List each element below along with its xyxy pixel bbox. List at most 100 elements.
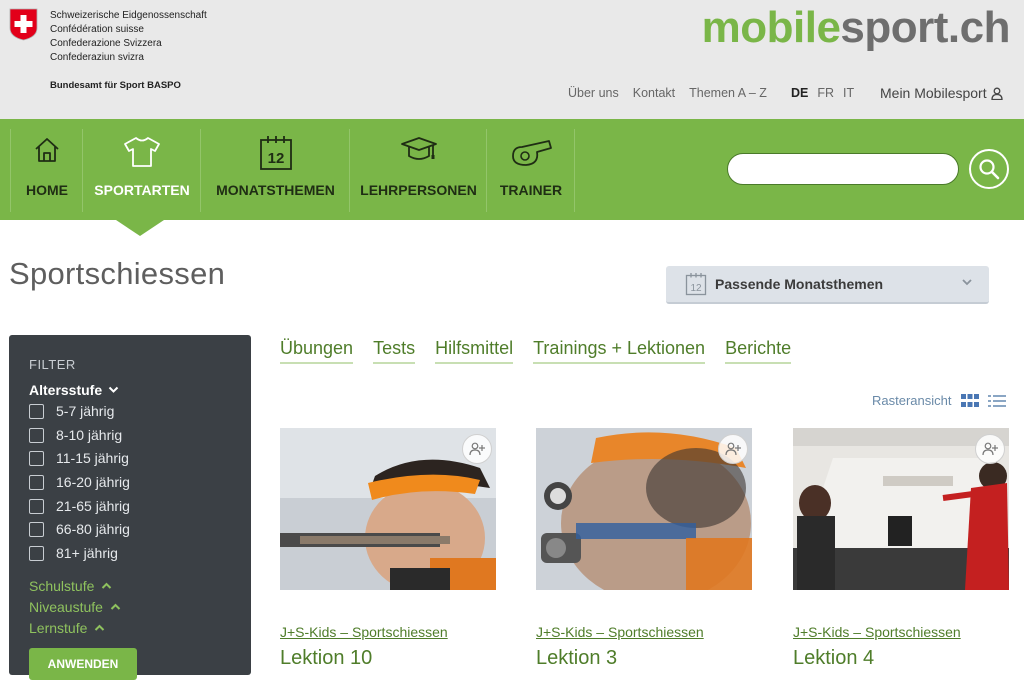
meta-navigation: Über uns Kontakt Themen A – Z DE FR IT xyxy=(568,86,863,100)
checkbox[interactable] xyxy=(29,545,44,561)
age-option-81plus[interactable]: 81+ jährig xyxy=(29,543,118,563)
filter-panel: FILTER Altersstufe 5-7 jährig 8-10 jähri… xyxy=(9,335,251,680)
checkbox[interactable] xyxy=(29,450,44,466)
filter-section-label: Lernstufe xyxy=(29,620,88,636)
language-it[interactable]: IT xyxy=(843,86,854,100)
content-tabs: Übungen Tests Hilfsmittel Trainings + Le… xyxy=(280,338,811,364)
filter-section-lernstufe[interactable]: Lernstufe xyxy=(29,620,105,636)
age-option-11-15[interactable]: 11-15 jährig xyxy=(29,448,129,468)
age-option-21-65[interactable]: 21-65 jährig xyxy=(29,496,130,516)
nav-sportarten-label: SPORTARTEN xyxy=(94,182,190,198)
card-category-link[interactable]: J+S-Kids – Sportschiessen xyxy=(536,624,704,640)
user-icon xyxy=(990,87,1003,100)
home-icon xyxy=(35,138,59,162)
card-title[interactable]: Lektion 4 xyxy=(793,647,874,670)
office-name: Bundesamt für Sport BASPO xyxy=(50,80,181,91)
card-title[interactable]: Lektion 3 xyxy=(536,647,617,670)
checkbox[interactable] xyxy=(29,474,44,490)
age-option-66-80[interactable]: 66-80 jährig xyxy=(29,519,130,539)
add-user-icon xyxy=(982,442,998,456)
active-nav-indicator xyxy=(116,220,164,236)
checkbox[interactable] xyxy=(29,403,44,419)
card-image[interactable] xyxy=(280,428,496,590)
content-card[interactable]: J+S-Kids – Sportschiessen Lektion 3 xyxy=(536,428,753,670)
nav-monatsthemen-label: MONATSTHEMEN xyxy=(216,182,335,198)
checkbox[interactable] xyxy=(29,498,44,514)
calendar-number: 12 xyxy=(690,283,702,294)
chevron-up-icon xyxy=(102,582,112,589)
meta-link-contact[interactable]: Kontakt xyxy=(633,86,675,100)
filter-section-niveaustufe[interactable]: Niveaustufe xyxy=(29,599,121,615)
search-button[interactable] xyxy=(969,149,1009,189)
card-image[interactable] xyxy=(793,428,1009,590)
meta-link-about[interactable]: Über uns xyxy=(568,86,619,100)
calendar-icon: 12 xyxy=(259,136,292,170)
chevron-down-icon xyxy=(108,386,119,393)
card-title[interactable]: Lektion 10 xyxy=(280,647,372,670)
logo-part-sport: sport.ch xyxy=(840,3,1010,52)
confederation-name-rm: Confederaziun svizra xyxy=(50,52,144,63)
age-option-16-20[interactable]: 16-20 jährig xyxy=(29,472,130,492)
chevron-down-icon xyxy=(962,279,972,286)
confederation-names: Schweizerische Eidgenossenschaft Confédé… xyxy=(50,9,207,65)
checkbox[interactable] xyxy=(29,521,44,537)
apply-filter-button[interactable]: ANWENDEN xyxy=(29,648,137,680)
tab-trainings-lektionen[interactable]: Trainings + Lektionen xyxy=(533,338,706,364)
tshirt-icon xyxy=(124,137,160,167)
calendar-number: 12 xyxy=(267,150,284,167)
nav-monatsthemen[interactable]: 12 MONATSTHEMEN xyxy=(200,129,350,212)
account-label: Mein Mobilesport xyxy=(880,85,987,101)
age-group-toggle[interactable]: Altersstufe xyxy=(29,382,119,398)
list-icon[interactable] xyxy=(988,394,1007,408)
card-category-link[interactable]: J+S-Kids – Sportschiessen xyxy=(280,624,448,640)
card-image[interactable] xyxy=(536,428,752,590)
filter-section-label: Niveaustufe xyxy=(29,599,103,615)
checkbox[interactable] xyxy=(29,427,44,443)
add-favorite-button[interactable] xyxy=(975,434,1005,464)
mortarboard-icon xyxy=(400,137,437,160)
nav-home[interactable]: HOME xyxy=(10,129,83,212)
content-card[interactable]: J+S-Kids – Sportschiessen Lektion 4 xyxy=(793,428,1010,670)
view-toggle: Rasteransicht xyxy=(872,393,1007,408)
add-favorite-button[interactable] xyxy=(718,434,748,464)
add-user-icon xyxy=(725,442,741,456)
tab-tests[interactable]: Tests xyxy=(373,338,416,364)
age-option-8-10[interactable]: 8-10 jährig xyxy=(29,425,122,445)
search-icon xyxy=(979,159,1000,180)
grid-icon[interactable] xyxy=(961,393,980,408)
chevron-up-icon xyxy=(110,603,121,610)
swiss-flag-logo xyxy=(9,8,38,41)
nav-sportarten[interactable]: SPORTARTEN xyxy=(82,129,201,212)
top-header: Schweizerische Eidgenossenschaft Confédé… xyxy=(0,0,1024,119)
filter-section-schulstufe[interactable]: Schulstufe xyxy=(29,578,112,594)
tab-uebungen[interactable]: Übungen xyxy=(280,338,354,364)
search-input[interactable] xyxy=(727,153,959,185)
whistle-icon xyxy=(512,140,552,166)
language-fr[interactable]: FR xyxy=(817,86,834,100)
content-card[interactable]: J+S-Kids – Sportschiessen Lektion 10 xyxy=(280,428,497,670)
tab-hilfsmittel[interactable]: Hilfsmittel xyxy=(435,338,514,364)
nav-lehrpersonen-label: LEHRPERSONEN xyxy=(360,182,477,198)
account-link[interactable]: Mein Mobilesport xyxy=(880,85,1003,101)
age-option-label: 5-7 jährig xyxy=(56,403,115,419)
confederation-name-it: Confederazione Svizzera xyxy=(50,38,162,49)
language-de[interactable]: DE xyxy=(791,86,808,100)
nav-trainer-label: TRAINER xyxy=(499,182,563,198)
age-option-label: 66-80 jährig xyxy=(56,521,130,537)
tab-berichte[interactable]: Berichte xyxy=(725,338,792,364)
age-option-label: 8-10 jährig xyxy=(56,427,123,443)
chevron-up-icon xyxy=(95,624,105,631)
calendar-icon: 12 xyxy=(685,273,707,296)
nav-trainer[interactable]: TRAINER xyxy=(486,129,575,212)
age-option-5-7[interactable]: 5-7 jährig xyxy=(29,401,114,421)
month-topics-label: Passende Monatsthemen xyxy=(715,276,884,292)
meta-link-topics[interactable]: Themen A – Z xyxy=(689,86,767,100)
site-logo[interactable]: mobilesport.ch xyxy=(701,3,1011,53)
confederation-name-fr: Confédération suisse xyxy=(50,24,144,35)
nav-lehrpersonen[interactable]: LEHRPERSONEN xyxy=(349,129,487,212)
card-category-link[interactable]: J+S-Kids – Sportschiessen xyxy=(793,624,961,640)
month-topics-dropdown[interactable]: 12 Passende Monatsthemen xyxy=(666,266,989,304)
add-favorite-button[interactable] xyxy=(462,434,492,464)
age-option-label: 16-20 jährig xyxy=(56,474,130,490)
logo-part-mobile: mobile xyxy=(701,3,841,52)
